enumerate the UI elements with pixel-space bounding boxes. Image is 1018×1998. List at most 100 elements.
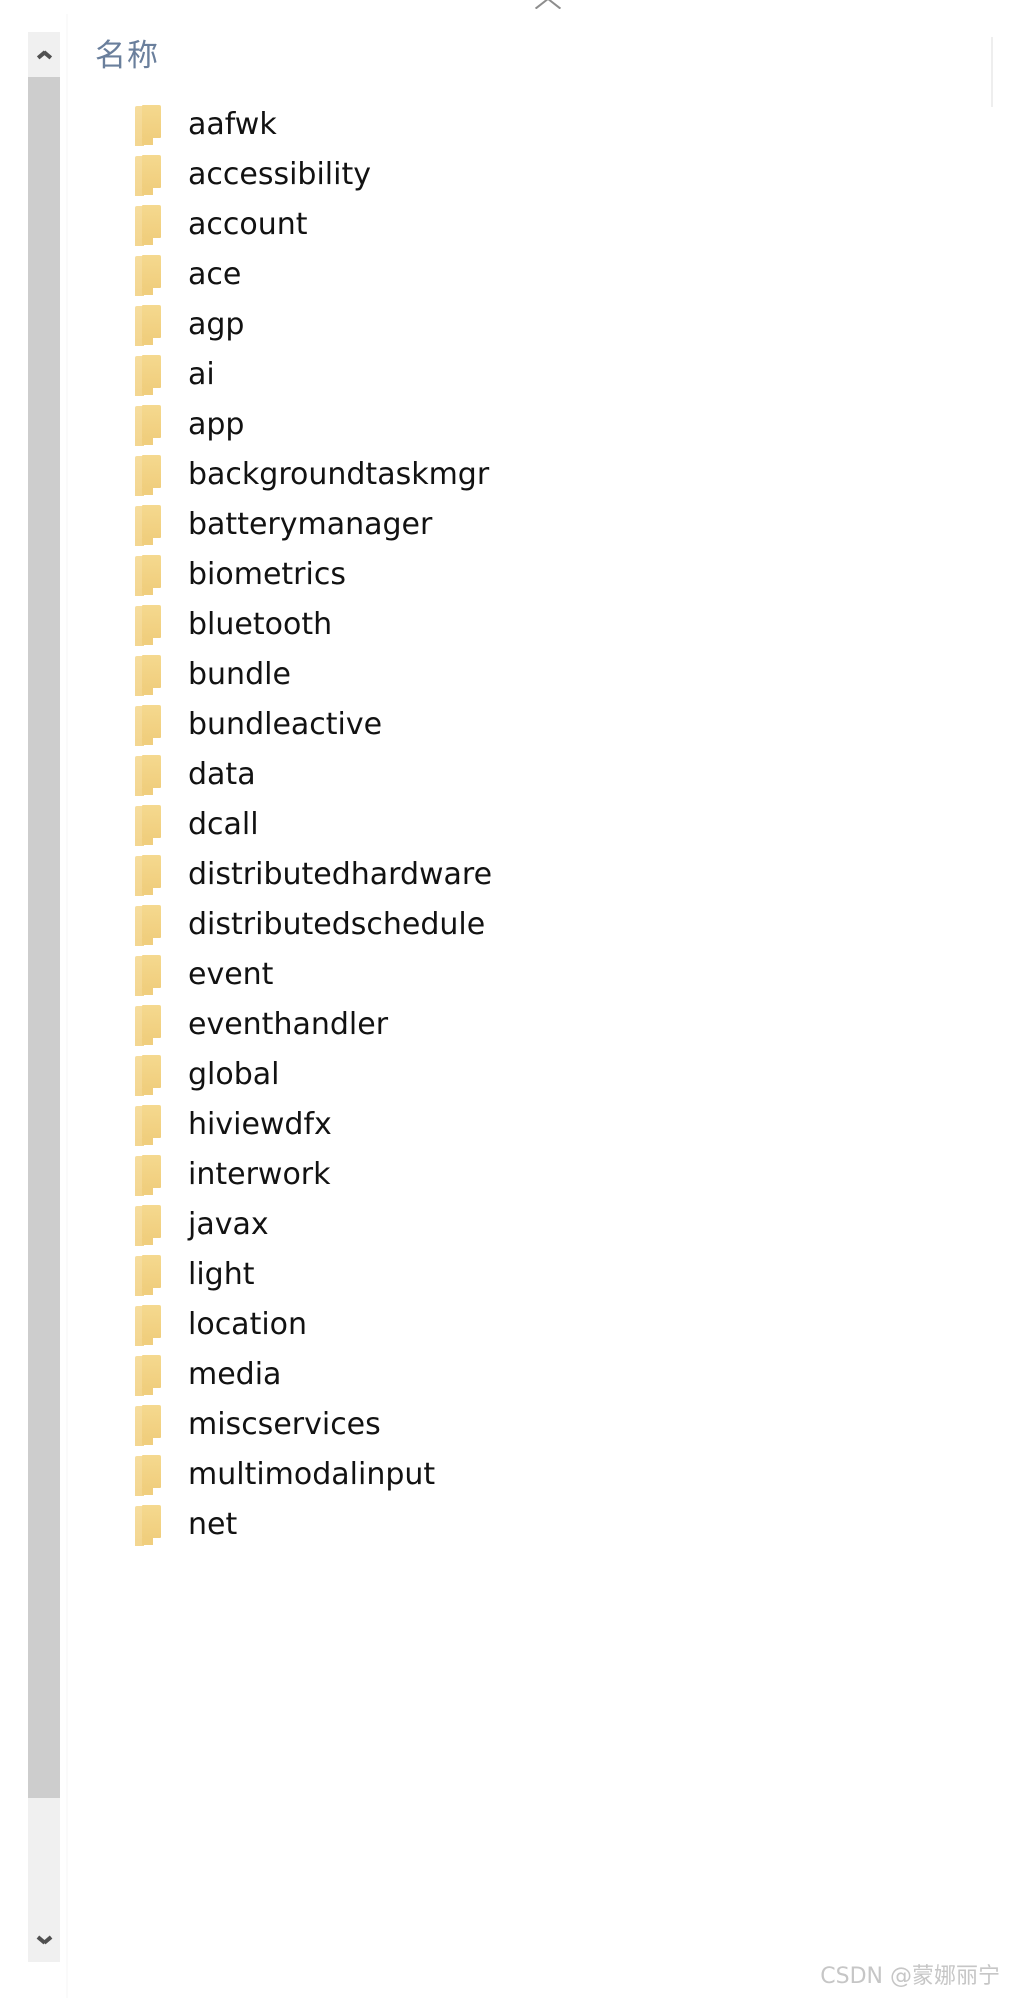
file-list-row[interactable]: account: [68, 200, 1018, 250]
folder-icon: [135, 1455, 161, 1496]
file-name-label: global: [188, 1057, 280, 1092]
file-name-label: biometrics: [188, 557, 346, 592]
file-name-label: app: [188, 407, 245, 442]
file-name-label: multimodalinput: [188, 1457, 436, 1492]
file-name-label: location: [188, 1307, 308, 1342]
file-list-row[interactable]: bundleactive: [68, 700, 1018, 750]
file-name-label: distributedhardware: [188, 857, 493, 892]
column-resize-handle[interactable]: [991, 37, 993, 107]
file-name-label: account: [188, 207, 308, 242]
file-list-row[interactable]: eventhandler: [68, 1000, 1018, 1050]
file-name-label: ai: [188, 357, 215, 392]
file-list-row[interactable]: agp: [68, 300, 1018, 350]
chevron-up-icon: [38, 51, 51, 59]
file-name-label: eventhandler: [188, 1007, 389, 1042]
file-list-row[interactable]: ace: [68, 250, 1018, 300]
file-name-label: net: [188, 1507, 238, 1542]
folder-icon: [135, 455, 161, 496]
file-list-row[interactable]: dcall: [68, 800, 1018, 850]
folder-icon: [135, 705, 161, 746]
scrollbar-track[interactable]: [28, 1798, 60, 1917]
file-list-row[interactable]: app: [68, 400, 1018, 450]
folder-icon: [135, 155, 161, 196]
folder-icon: [135, 1405, 161, 1446]
folder-icon: [135, 1055, 161, 1096]
file-list-row[interactable]: hiviewdfx: [68, 1100, 1018, 1150]
file-list-row[interactable]: light: [68, 1250, 1018, 1300]
csdn-watermark: CSDN @蒙娜丽宁: [820, 1964, 1000, 1989]
file-list-row[interactable]: javax: [68, 1200, 1018, 1250]
file-name-label: ace: [188, 257, 242, 292]
file-list-row[interactable]: accessibility: [68, 150, 1018, 200]
file-list-row[interactable]: miscservices: [68, 1400, 1018, 1450]
folder-icon: [135, 505, 161, 546]
folder-icon: [135, 755, 161, 796]
file-list-row[interactable]: distributedschedule: [68, 900, 1018, 950]
file-list-row[interactable]: distributedhardware: [68, 850, 1018, 900]
folder-icon: [135, 1205, 161, 1246]
file-list-row[interactable]: ai: [68, 350, 1018, 400]
file-list-row[interactable]: biometrics: [68, 550, 1018, 600]
folder-icon: [135, 1255, 161, 1296]
file-name-label: backgroundtaskmgr: [188, 457, 490, 492]
file-name-label: interwork: [188, 1157, 331, 1192]
file-name-label: aafwk: [188, 107, 277, 142]
file-list-row[interactable]: global: [68, 1050, 1018, 1100]
column-header-row: 名称: [68, 0, 1018, 107]
folder-icon: [135, 205, 161, 246]
folder-icon: [135, 1355, 161, 1396]
folder-icon: [135, 955, 161, 996]
file-name-label: media: [188, 1357, 282, 1392]
file-name-label: hiviewdfx: [188, 1107, 332, 1142]
file-list-row[interactable]: aafwk: [68, 100, 1018, 150]
file-name-label: distributedschedule: [188, 907, 486, 942]
chevron-down-icon: [38, 1936, 51, 1944]
column-header-name[interactable]: 名称: [95, 30, 159, 75]
file-list-row[interactable]: bundle: [68, 650, 1018, 700]
file-list-row[interactable]: bluetooth: [68, 600, 1018, 650]
file-name-label: bundleactive: [188, 707, 383, 742]
file-list: aafwk accessibility account ace agp ai app back…: [68, 100, 1018, 1550]
file-explorer-window: 名称 aafwk accessibility account ace agp ai app b…: [0, 0, 1018, 1998]
file-list-row[interactable]: data: [68, 750, 1018, 800]
file-list-row[interactable]: event: [68, 950, 1018, 1000]
file-list-row[interactable]: location: [68, 1300, 1018, 1350]
file-name-label: bluetooth: [188, 607, 333, 642]
folder-icon: [135, 1305, 161, 1346]
folder-icon: [135, 1155, 161, 1196]
folder-icon: [135, 655, 161, 696]
file-name-label: accessibility: [188, 157, 371, 192]
folder-icon: [135, 905, 161, 946]
file-name-label: bundle: [188, 657, 291, 692]
folder-icon: [135, 405, 161, 446]
file-list-row[interactable]: backgroundtaskmgr: [68, 450, 1018, 500]
folder-icon: [135, 555, 161, 596]
folder-icon: [135, 855, 161, 896]
scroll-down-button[interactable]: [28, 1917, 60, 1962]
file-list-row[interactable]: batterymanager: [68, 500, 1018, 550]
file-name-label: agp: [188, 307, 245, 342]
file-list-row[interactable]: media: [68, 1350, 1018, 1400]
folder-icon: [135, 1005, 161, 1046]
vertical-scrollbar[interactable]: [28, 32, 60, 1962]
file-name-label: light: [188, 1257, 255, 1292]
folder-icon: [135, 305, 161, 346]
file-name-label: javax: [188, 1207, 269, 1242]
folder-icon: [135, 1105, 161, 1146]
file-name-label: miscservices: [188, 1407, 381, 1442]
sort-ascending-icon: [535, 0, 561, 9]
file-list-row[interactable]: net: [68, 1500, 1018, 1550]
scroll-up-button[interactable]: [28, 32, 60, 77]
file-name-label: event: [188, 957, 274, 992]
file-name-label: batterymanager: [188, 507, 433, 542]
folder-icon: [135, 105, 161, 146]
folder-icon: [135, 1505, 161, 1546]
file-list-row[interactable]: multimodalinput: [68, 1450, 1018, 1500]
file-list-pane: 名称 aafwk accessibility account ace agp ai app b…: [68, 0, 1018, 1998]
folder-icon: [135, 255, 161, 296]
file-name-label: data: [188, 757, 256, 792]
folder-icon: [135, 605, 161, 646]
file-list-row[interactable]: interwork: [68, 1150, 1018, 1200]
scrollbar-thumb[interactable]: [28, 77, 60, 1798]
file-name-label: dcall: [188, 807, 259, 842]
